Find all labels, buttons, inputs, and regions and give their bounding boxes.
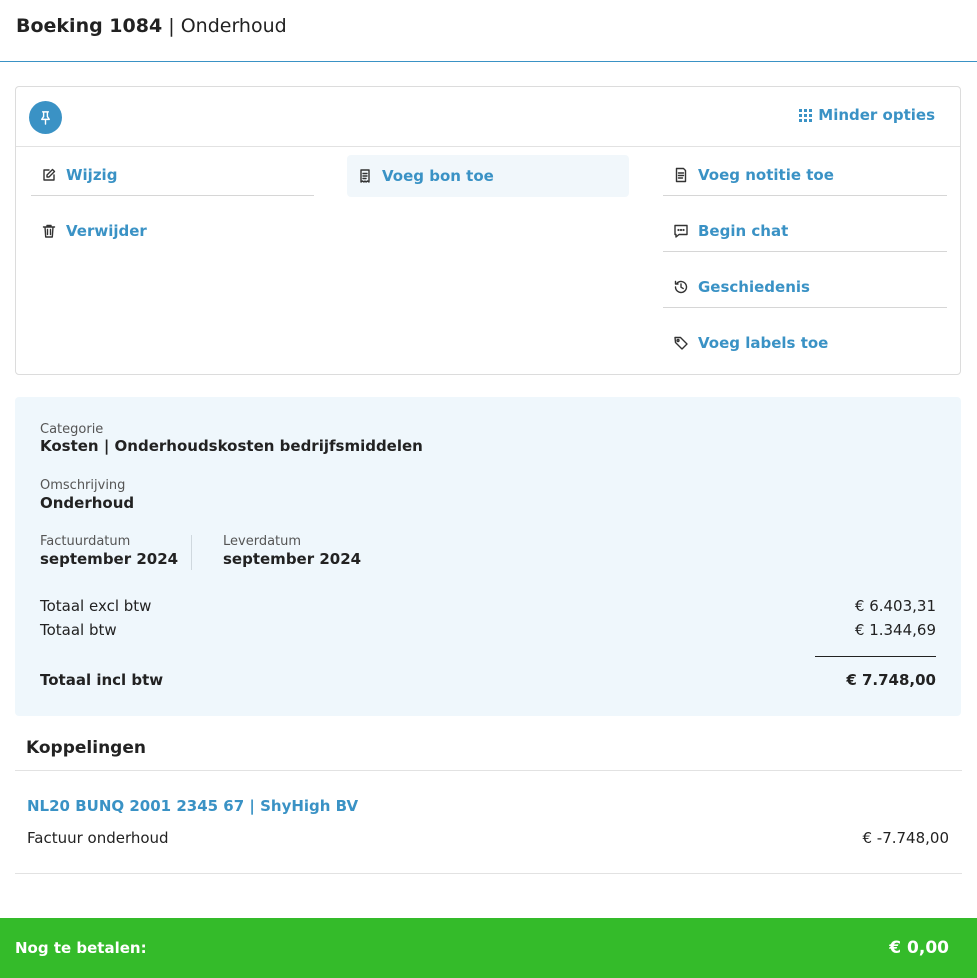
description-label: Omschrijving (40, 478, 126, 493)
page-header: Boeking 1084 | Onderhoud (0, 0, 977, 62)
linked-amount: € -7.748,00 (862, 829, 949, 847)
total-vat-value: € 1.344,69 (854, 621, 936, 639)
invoice-date-label: Factuurdatum (40, 534, 131, 549)
add-note-button[interactable]: Voeg notitie toe (663, 154, 947, 196)
description-value: Onderhoud (40, 494, 135, 512)
linked-account-link[interactable]: NL20 BUNQ 2001 2345 67 | ShyHigh BV (27, 797, 358, 815)
linked-description: Factuur onderhoud (27, 829, 169, 847)
page-title: Boeking 1084 | Onderhoud (16, 15, 287, 37)
remaining-label: Nog te betalen: (15, 939, 147, 957)
delete-button[interactable]: Verwijder (31, 210, 314, 252)
add-note-label: Voeg notitie toe (698, 165, 834, 184)
total-vat-label: Totaal btw (40, 621, 117, 639)
delivery-date-label: Leverdatum (223, 534, 302, 549)
delete-label: Verwijder (66, 222, 147, 240)
total-excl-value: € 6.403,31 (854, 597, 936, 615)
total-excl-label: Totaal excl btw (40, 597, 152, 615)
grid-icon (799, 108, 813, 122)
add-labels-label: Voeg labels toe (698, 334, 829, 352)
total-incl-label: Totaal incl btw (40, 671, 164, 689)
booking-subtitle: Onderhoud (180, 15, 287, 37)
options-toolbar: Minder opties (16, 87, 960, 147)
add-labels-button[interactable]: Voeg labels toe (663, 322, 947, 364)
invoice-date-value: september 2024 (40, 550, 179, 568)
delivery-date-value: september 2024 (223, 550, 362, 568)
add-receipt-label: Voeg bon toe (382, 167, 494, 185)
links-divider-bottom (15, 873, 962, 874)
start-chat-label: Begin chat (698, 221, 789, 240)
pin-button[interactable] (29, 101, 62, 134)
chat-icon (674, 224, 688, 238)
history-button[interactable]: Geschiedenis (663, 266, 947, 308)
history-icon (674, 280, 688, 293)
note-icon (675, 167, 687, 182)
date-divider (191, 535, 192, 570)
title-separator: | (168, 15, 175, 37)
links-title: Koppelingen (26, 738, 146, 758)
options-card: Minder opties Wijzig Verwijder Voeg bon … (15, 86, 961, 375)
booking-summary: Categorie Kosten | Onderhoudskosten bedr… (15, 397, 961, 716)
receipt-icon (360, 169, 370, 183)
total-divider (815, 656, 936, 657)
less-options-label: Minder opties (818, 106, 935, 124)
history-label: Geschiedenis (698, 277, 810, 296)
payment-footer: Nog te betalen: € 0,00 (0, 918, 977, 978)
pin-icon (41, 111, 50, 125)
remaining-amount: € 0,00 (889, 938, 949, 958)
category-value: Kosten | Onderhoudskosten bedrijfsmiddel… (40, 437, 423, 455)
add-receipt-button[interactable]: Voeg bon toe (347, 155, 629, 197)
total-incl-value: € 7.748,00 (846, 671, 936, 689)
trash-icon (42, 224, 56, 238)
less-options-button[interactable]: Minder opties (799, 106, 935, 124)
start-chat-button[interactable]: Begin chat (663, 210, 947, 252)
category-label: Categorie (40, 422, 104, 437)
edit-button[interactable]: Wijzig (31, 154, 314, 196)
links-divider-top (15, 770, 962, 771)
edit-icon (43, 168, 56, 181)
edit-label: Wijzig (66, 165, 118, 184)
tag-icon (674, 336, 688, 350)
booking-number: Boeking 1084 (16, 15, 163, 37)
